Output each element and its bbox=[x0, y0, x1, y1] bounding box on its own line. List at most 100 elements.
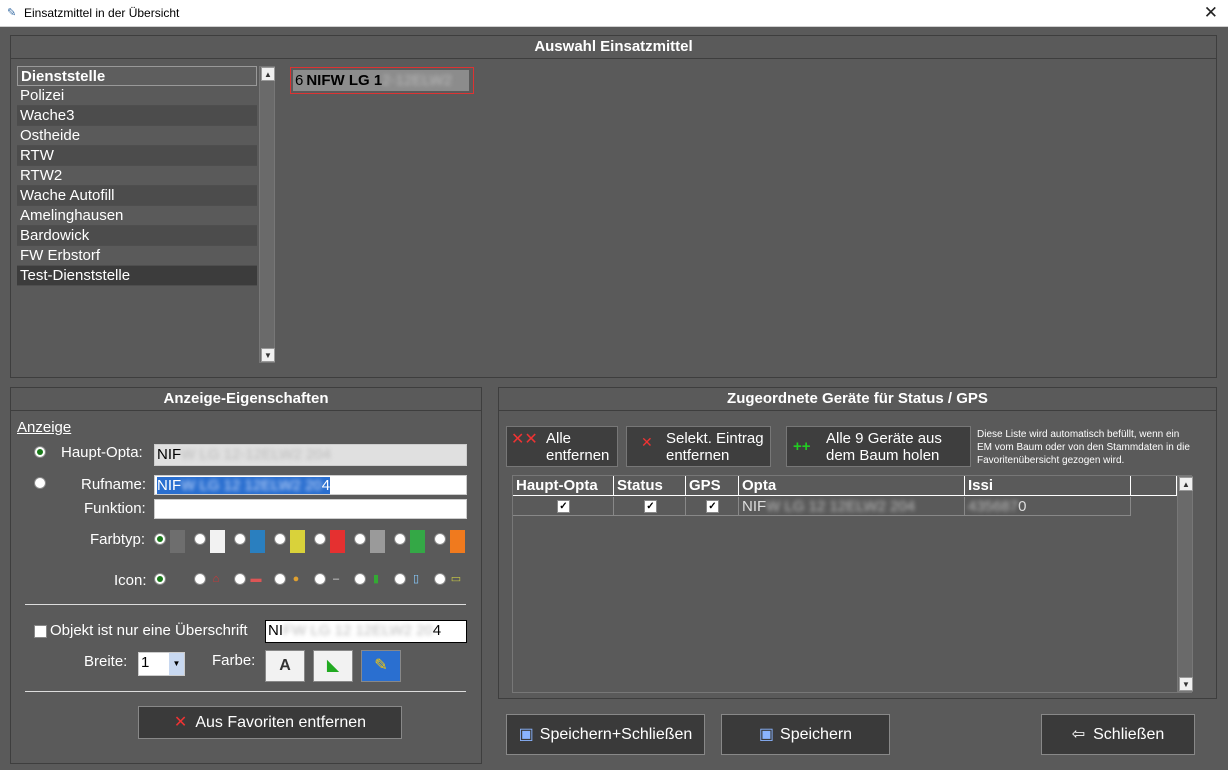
funktion-field[interactable] bbox=[154, 499, 467, 519]
haupt-opta-field[interactable]: NIFW LG 12-12ELW2 204 bbox=[154, 444, 467, 466]
icon-radio-none[interactable] bbox=[154, 573, 166, 585]
gps-checkbox[interactable]: ✓ bbox=[706, 500, 719, 513]
list-item[interactable]: Dienststelle bbox=[17, 66, 257, 86]
list-item[interactable]: FW Erbstorf bbox=[17, 246, 257, 266]
scroll-up-icon[interactable]: ▲ bbox=[261, 67, 275, 81]
close-window-icon[interactable]: ✕ bbox=[1204, 3, 1218, 23]
window-titlebar: ✎ Einsatzmittel in der Übersicht ✕ bbox=[0, 0, 1228, 27]
remove-all-button[interactable]: ✕✕ Alle entfernen bbox=[506, 426, 618, 467]
remove-favorite-button[interactable]: ✕ Aus Favoriten entfernen bbox=[138, 706, 402, 739]
rufname-radio[interactable] bbox=[34, 477, 46, 489]
remove-all-icon: ✕✕ bbox=[511, 431, 538, 448]
list-item[interactable]: RTW2 bbox=[17, 166, 257, 186]
edit-color-button[interactable]: ✎ bbox=[361, 650, 401, 682]
remove-entry-icon: ✕ bbox=[641, 434, 653, 450]
status-checkbox[interactable]: ✓ bbox=[644, 500, 657, 513]
divider bbox=[25, 604, 466, 605]
info-note: Diese Liste wird automatisch befüllt, we… bbox=[977, 429, 1190, 466]
color-swatch bbox=[170, 530, 185, 553]
font-color-button[interactable]: A bbox=[265, 650, 305, 682]
chip-number: 6 bbox=[295, 72, 304, 89]
col-header[interactable]: Status bbox=[614, 476, 686, 496]
color-swatch bbox=[410, 530, 425, 553]
farbtyp-radio-8[interactable] bbox=[434, 533, 446, 545]
color-swatch bbox=[330, 530, 345, 553]
scroll-down-icon[interactable]: ▼ bbox=[261, 348, 275, 362]
chevron-down-icon[interactable]: ▼ bbox=[169, 653, 184, 675]
scroll-up-icon[interactable]: ▲ bbox=[1179, 477, 1193, 491]
geraete-title: Zugeordnete Geräte für Status / GPS bbox=[499, 388, 1216, 411]
save-close-button[interactable]: ▣ Speichern+Schließen bbox=[506, 714, 705, 755]
farbtyp-label: Farbtyp: bbox=[90, 531, 146, 548]
list-item[interactable]: Amelinghausen bbox=[17, 206, 257, 226]
save-icon: ▣ bbox=[518, 726, 534, 743]
pager-icon: ▭ bbox=[450, 573, 462, 585]
icon-radio-person[interactable] bbox=[274, 573, 286, 585]
haupt-opta-label: Haupt-Opta: bbox=[61, 444, 143, 461]
icon-radio-antenna[interactable] bbox=[314, 573, 326, 585]
issi-cell: 4356870 bbox=[965, 497, 1131, 516]
list-item[interactable]: Polizei bbox=[17, 86, 257, 106]
col-header[interactable]: Opta bbox=[739, 476, 965, 496]
car-remove-icon: ✕ bbox=[173, 714, 188, 731]
color-swatch bbox=[290, 530, 305, 553]
list-item[interactable]: Bardowick bbox=[17, 226, 257, 246]
ueberschrift-checkbox[interactable] bbox=[34, 625, 47, 638]
col-header[interactable]: Haupt-Opta bbox=[513, 476, 614, 496]
rufname-field[interactable]: NIFW LG 12 12ELW2 204 bbox=[154, 475, 467, 495]
fetch-devices-button[interactable]: ++ Alle 9 Geräte aus dem Baum holen bbox=[786, 426, 971, 467]
ueberschrift-label: Objekt ist nur eine Überschrift bbox=[50, 622, 248, 639]
chip-label-redacted: 2-12ELW2 bbox=[382, 72, 452, 89]
fill-color-button[interactable]: ◣ bbox=[313, 650, 353, 682]
close-button[interactable]: ⇦ Schließen bbox=[1041, 714, 1195, 755]
color-swatch bbox=[210, 530, 225, 553]
list-item[interactable]: Ostheide bbox=[17, 126, 257, 146]
ueberschrift-field[interactable]: NIFW LG 12 12ELW2 204 bbox=[265, 620, 467, 643]
color-swatch bbox=[450, 530, 465, 553]
farbtyp-radio-5[interactable] bbox=[314, 533, 326, 545]
farbtyp-radio-3[interactable] bbox=[234, 533, 246, 545]
person-icon: ● bbox=[292, 573, 300, 585]
dienststelle-list[interactable]: Dienststelle Polizei Wache3 Ostheide RTW… bbox=[17, 66, 257, 318]
farbtyp-radio-2[interactable] bbox=[194, 533, 206, 545]
haupt-opta-radio[interactable] bbox=[34, 446, 46, 458]
list-item[interactable]: RTW bbox=[17, 146, 257, 166]
scroll-down-icon[interactable]: ▼ bbox=[1179, 677, 1193, 691]
save-icon: ▣ bbox=[758, 726, 775, 743]
icon-radio-pager[interactable] bbox=[434, 573, 446, 585]
icon-radio-car[interactable] bbox=[234, 573, 246, 585]
list-item[interactable]: Wache Autofill bbox=[17, 186, 257, 206]
opta-cell: NIFW LG 12 12ELW2 204 bbox=[739, 497, 965, 516]
col-header[interactable]: GPS bbox=[686, 476, 739, 496]
icon-radio-house[interactable] bbox=[194, 573, 206, 585]
list-item[interactable]: Wache3 bbox=[17, 106, 257, 126]
breite-label: Breite: bbox=[84, 653, 128, 670]
anzeige-section-label: Anzeige bbox=[17, 419, 72, 436]
col-header-empty bbox=[1131, 476, 1177, 496]
col-header[interactable]: Issi bbox=[965, 476, 1131, 496]
phone-icon: ▯ bbox=[412, 573, 420, 585]
font-color-icon: A bbox=[279, 657, 291, 674]
haupt-opta-checkbox[interactable]: ✓ bbox=[557, 500, 570, 513]
device-table: Haupt-Opta Status GPS Opta Issi ✓ ✓ ✓ NI… bbox=[512, 475, 1193, 693]
add-all-icon: ++ bbox=[793, 438, 811, 455]
icon-radio-radio[interactable] bbox=[354, 573, 366, 585]
farbtyp-radio-6[interactable] bbox=[354, 533, 366, 545]
breite-select[interactable]: 1 ▼ bbox=[138, 652, 185, 676]
remove-selected-button[interactable]: ✕ Selekt. Eintrag entfernen bbox=[626, 426, 771, 467]
divider bbox=[25, 691, 466, 692]
save-button[interactable]: ▣ Speichern bbox=[721, 714, 890, 755]
farbtyp-radio-4[interactable] bbox=[274, 533, 286, 545]
handheld-radio-icon: ▮ bbox=[372, 573, 380, 585]
list-item[interactable]: Test-Dienststelle bbox=[17, 266, 257, 286]
farbe-label: Farbe: bbox=[212, 652, 256, 669]
icon-radio-phone[interactable] bbox=[394, 573, 406, 585]
icon-label: Icon: bbox=[114, 572, 147, 589]
dienststelle-scrollbar[interactable]: ▲ ▼ bbox=[259, 66, 275, 363]
window-title: Einsatzmittel in der Übersicht bbox=[24, 6, 180, 20]
einsatzmittel-chip[interactable]: 6 NIFW LG 12-12ELW2 bbox=[290, 67, 474, 94]
auswahl-panel: Auswahl Einsatzmittel Dienststelle Poliz… bbox=[10, 35, 1217, 378]
farbtyp-radio-1[interactable] bbox=[154, 533, 166, 545]
device-table-scrollbar[interactable]: ▲ ▼ bbox=[1177, 476, 1193, 692]
farbtyp-radio-7[interactable] bbox=[394, 533, 406, 545]
